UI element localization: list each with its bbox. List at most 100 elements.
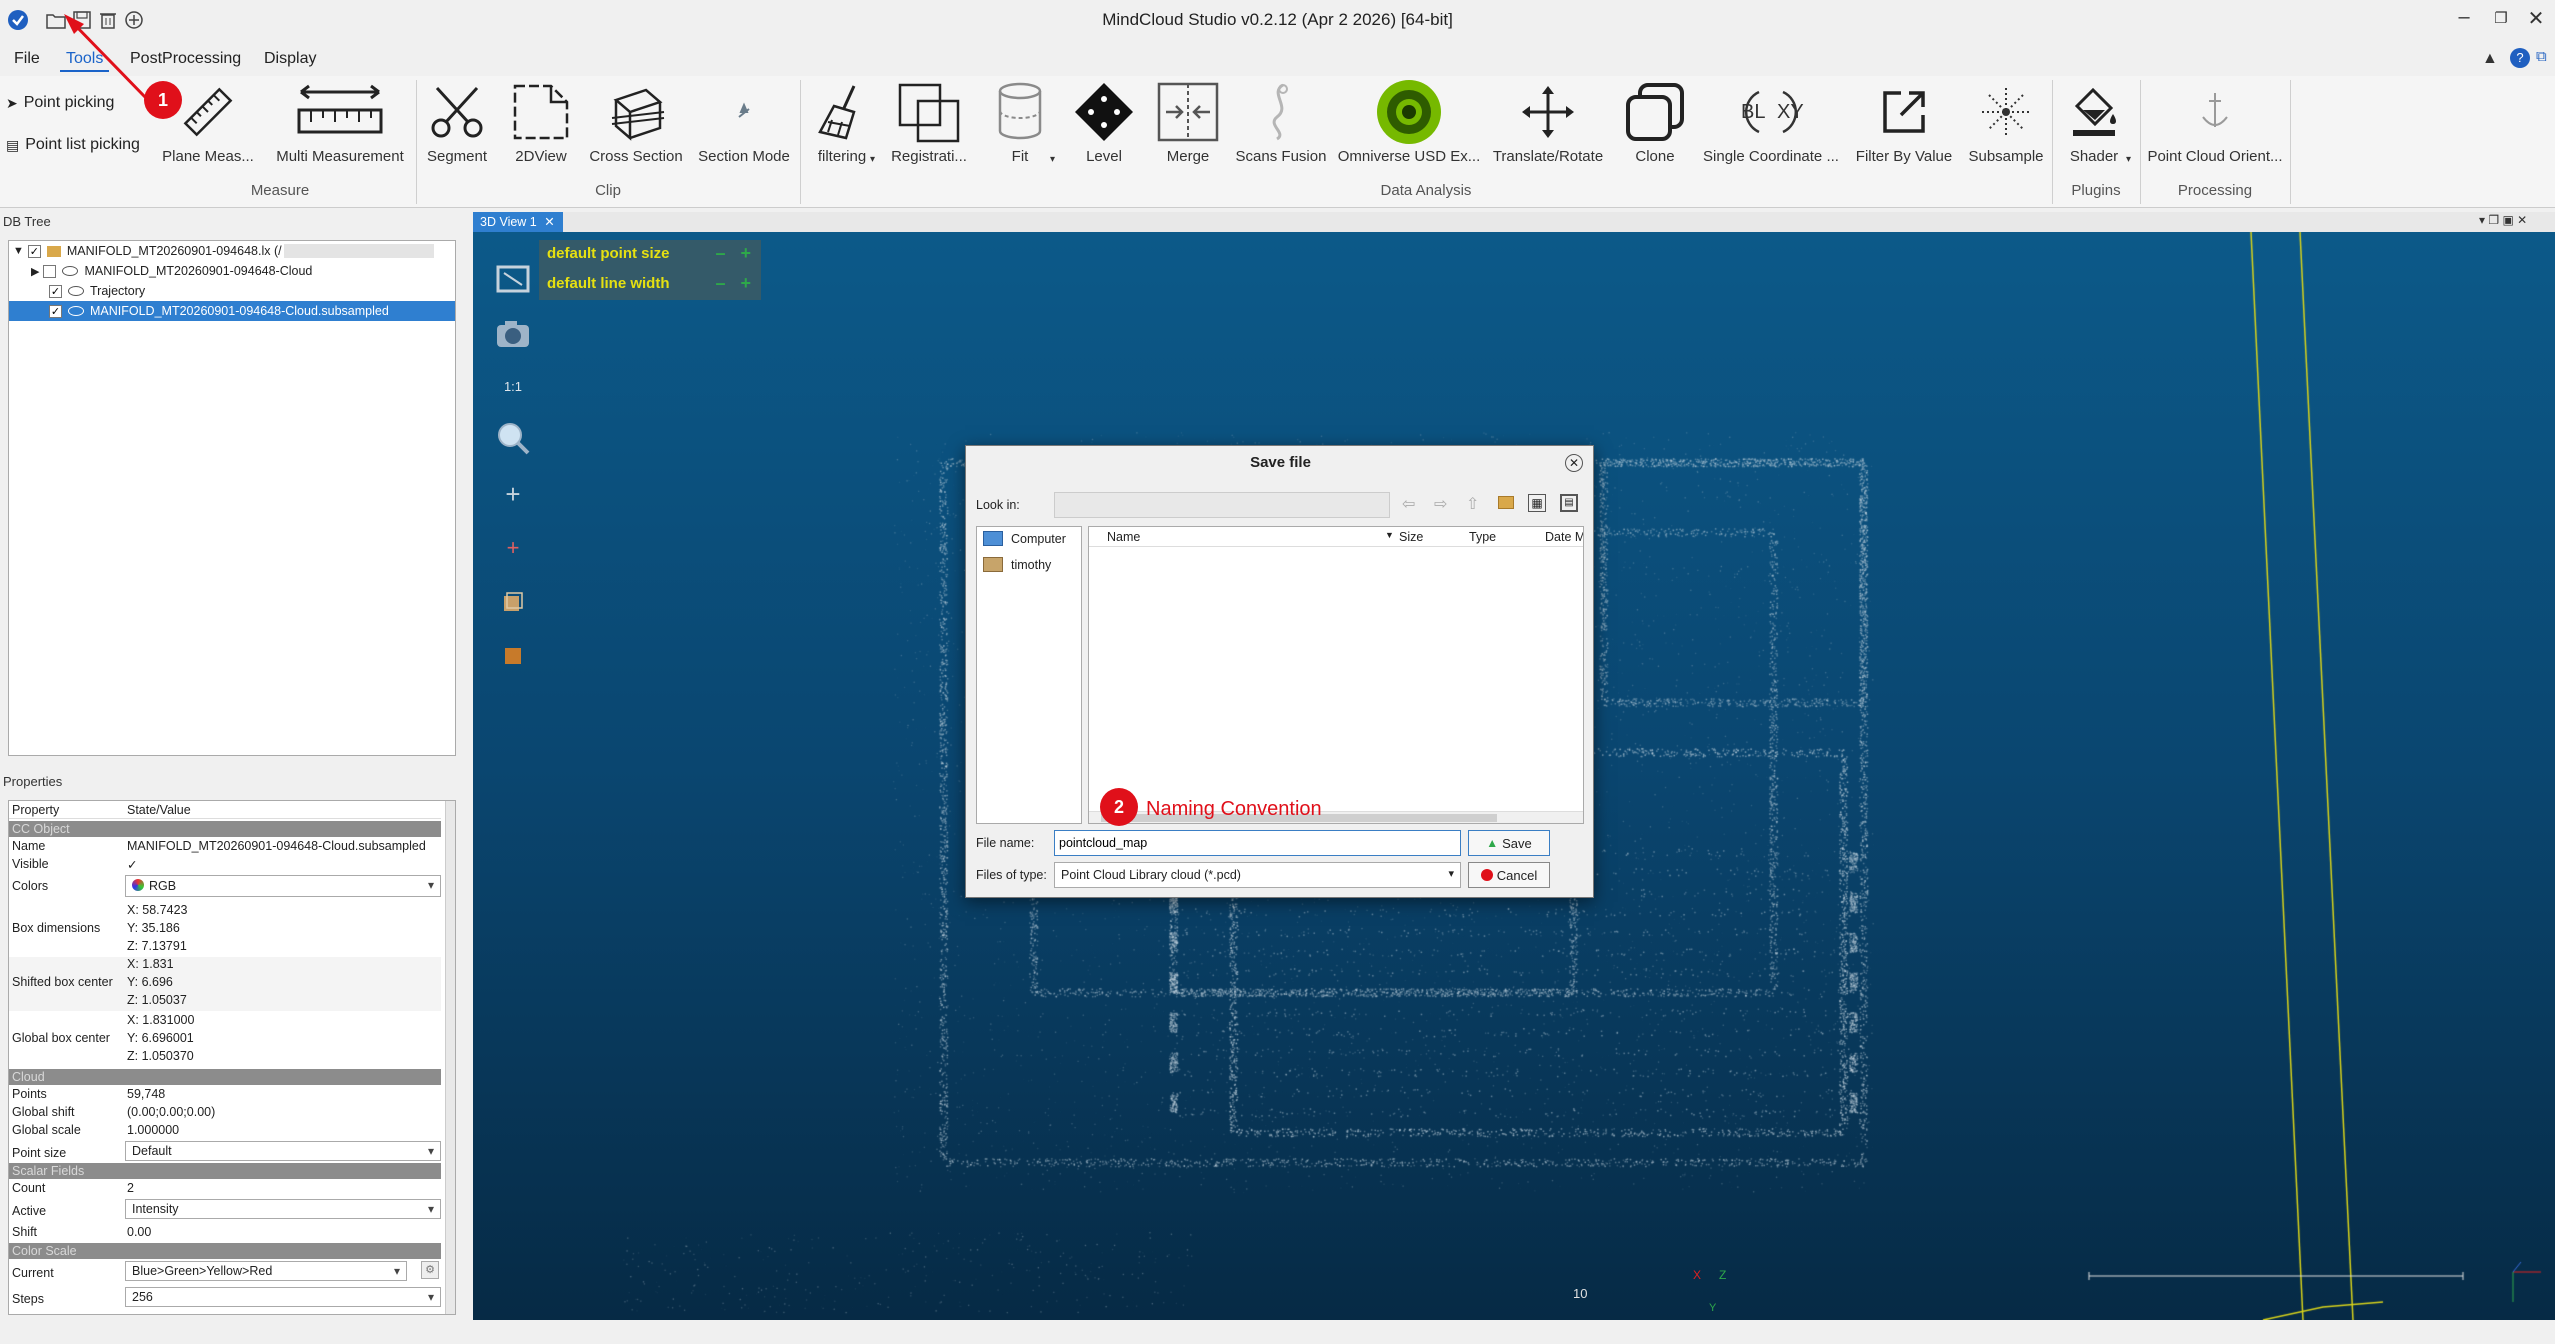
visible-checkbox[interactable]: ✓ [127, 857, 137, 872]
axis-y-label: Y [1709, 1302, 1717, 1314]
active-scalar-select[interactable]: Intensity [125, 1199, 441, 1219]
multi-measurement-button[interactable]: Multi Measurement [270, 76, 410, 176]
multi-measurement-label: Multi Measurement [276, 148, 404, 165]
decrease-point-size-button[interactable]: – [715, 243, 725, 263]
tree-item-row[interactable]: ✓ Trajectory [9, 281, 455, 301]
db-tree[interactable]: ▼ ✓ MANIFOLD_MT20260901-094648.lx (/ ▶ M… [8, 240, 456, 756]
camera-icon[interactable] [495, 316, 531, 352]
column-date-modified[interactable]: Date Mo [1545, 530, 1583, 544]
zoom-ratio-label[interactable]: 1:1 [495, 368, 531, 404]
cancel-icon [1480, 869, 1493, 881]
share-icon[interactable]: ⧉ [2536, 48, 2547, 65]
left-panel: DB Tree ▼ ✓ MANIFOLD_MT20260901-094648.l… [0, 212, 470, 1318]
point-size-select[interactable]: Default [125, 1141, 441, 1161]
zoom-icon[interactable] [495, 420, 531, 456]
new-folder-icon[interactable] [1498, 496, 1514, 509]
shader-button[interactable]: Shader ▾ [2056, 76, 2132, 176]
redacted-path [283, 244, 434, 258]
fit-dropdown-icon[interactable]: ▾ [1050, 154, 1055, 165]
omniverse-usd-export-button[interactable]: Omniverse USD Ex... [1334, 76, 1484, 176]
increase-point-size-button[interactable]: + [740, 243, 751, 263]
color-scale-select[interactable]: Blue>Green>Yellow>Red [125, 1261, 407, 1281]
place-timothy[interactable]: timothy [983, 557, 1051, 572]
color-scale-settings-icon[interactable]: ⚙ [421, 1261, 439, 1279]
merge-button[interactable]: Merge [1150, 76, 1226, 176]
decrease-line-width-button[interactable]: – [715, 273, 725, 293]
pivot-icon[interactable]: + [495, 530, 531, 566]
save-button[interactable]: ▲ Save [1468, 830, 1550, 856]
point-list-picking-button[interactable]: ▤ Point list picking [6, 136, 140, 154]
steps-spinbox[interactable]: 256 [125, 1287, 441, 1307]
back-icon[interactable]: ⇦ [1402, 494, 1415, 514]
menu-file[interactable]: File [8, 48, 46, 70]
collapse-ribbon-icon[interactable]: ▲ [2482, 50, 2498, 68]
folder-icon [46, 245, 61, 257]
shader-dropdown-icon[interactable]: ▾ [2126, 154, 2131, 165]
list-view-icon[interactable]: ▦ [1528, 494, 1546, 512]
filter-by-value-button[interactable]: Filter By Value [1852, 76, 1956, 176]
tree-checkbox[interactable]: ✓ [27, 244, 41, 258]
column-name[interactable]: Name [1107, 530, 1140, 544]
parent-directory-icon[interactable]: ⇧ [1466, 494, 1479, 514]
segment-button[interactable]: Segment [420, 76, 494, 176]
db-tree-title: DB Tree [3, 214, 51, 229]
tab-3d-view-1[interactable]: 3D View 1 ✕ [473, 212, 563, 232]
files-of-type-select[interactable]: Point Cloud Library cloud (*.pcd) ▾ [1054, 862, 1461, 888]
properties-scrollbar[interactable] [445, 801, 455, 1314]
perspective-icon[interactable] [495, 584, 531, 620]
detail-view-icon[interactable]: ▤ [1560, 494, 1578, 512]
save-up-icon: ▲ [1486, 836, 1499, 850]
2dview-button[interactable]: 2DView [502, 76, 580, 176]
close-tab-icon[interactable]: ✕ [544, 215, 554, 229]
registration-label: Registrati... [891, 148, 967, 165]
scans-fusion-button[interactable]: Scans Fusion [1232, 76, 1330, 176]
crosshair-icon[interactable]: + [495, 476, 531, 512]
prop-box-dimensions: Box dimensions X: 58.7423 Y: 35.186 Z: 7… [12, 903, 188, 953]
place-computer[interactable]: Computer [983, 531, 1066, 546]
tree-item-row[interactable]: ▶ MANIFOLD_MT20260901-094648-Cloud [9, 261, 455, 281]
filtering-dropdown-icon[interactable]: ▾ [870, 154, 875, 165]
menu-display[interactable]: Display [258, 48, 322, 70]
level-button[interactable]: Level [1068, 76, 1140, 176]
fullscreen-icon[interactable] [495, 262, 531, 298]
fit-button[interactable]: Fit ▾ [990, 76, 1055, 176]
translate-rotate-button[interactable]: Translate/Rotate [1490, 76, 1606, 176]
group-divider [2052, 80, 2053, 204]
dialog-close-button[interactable]: ✕ [1565, 454, 1583, 472]
help-icon[interactable]: ? [2510, 48, 2530, 68]
clone-button[interactable]: Clone [1618, 76, 1692, 176]
filtering-button[interactable]: filtering ▾ [806, 76, 878, 176]
single-coordinate-button[interactable]: BL XY Single Coordinate ... [1696, 76, 1846, 176]
colors-select[interactable]: RGB [125, 875, 441, 897]
restore-icon[interactable]: ❐ [2481, 9, 2521, 27]
section-mode-button[interactable]: Section Mode [692, 76, 796, 176]
registration-button[interactable]: Registrati... [880, 76, 978, 176]
look-in-combo[interactable] [1054, 492, 1390, 518]
forward-icon[interactable]: ⇨ [1434, 494, 1447, 514]
file-list[interactable]: Name ▼ Size Type Date Mo [1088, 526, 1584, 824]
point-list-picking-label: Point list picking [25, 136, 140, 153]
tree-checkbox[interactable]: ✓ [49, 284, 62, 298]
close-icon[interactable]: ✕ [2516, 6, 2555, 31]
file-name-label: File name: [976, 836, 1035, 850]
cross-section-button[interactable]: Cross Section [584, 76, 688, 176]
column-type[interactable]: Type [1469, 530, 1496, 544]
minimize-icon[interactable]: – [2444, 6, 2484, 29]
tree-checkbox[interactable]: ✓ [49, 304, 62, 318]
tree-root-row[interactable]: ▼ ✓ MANIFOLD_MT20260901-094648.lx (/ [9, 241, 455, 261]
2dview-icon [502, 76, 580, 148]
increase-line-width-button[interactable]: + [740, 273, 751, 293]
column-size[interactable]: Size [1399, 530, 1423, 544]
cancel-button[interactable]: Cancel [1468, 862, 1550, 888]
properties-header: Property State/Value [9, 803, 441, 819]
expand-icon[interactable]: ▶ [31, 265, 39, 278]
object-view-icon[interactable] [495, 638, 531, 674]
fusion-icon [1232, 76, 1330, 148]
tree-checkbox[interactable] [43, 264, 57, 278]
subsample-button[interactable]: Subsample [1960, 76, 2052, 176]
view-options-icon[interactable]: ▾ ❐ ▣ ✕ [2479, 213, 2527, 227]
tree-item-row-selected[interactable]: ✓ MANIFOLD_MT20260901-094648-Cloud.subsa… [9, 301, 455, 321]
point-cloud-orient-button[interactable]: Point Cloud Orient... [2142, 76, 2288, 176]
file-name-input[interactable] [1054, 830, 1461, 856]
expand-icon[interactable]: ▼ [13, 245, 24, 257]
